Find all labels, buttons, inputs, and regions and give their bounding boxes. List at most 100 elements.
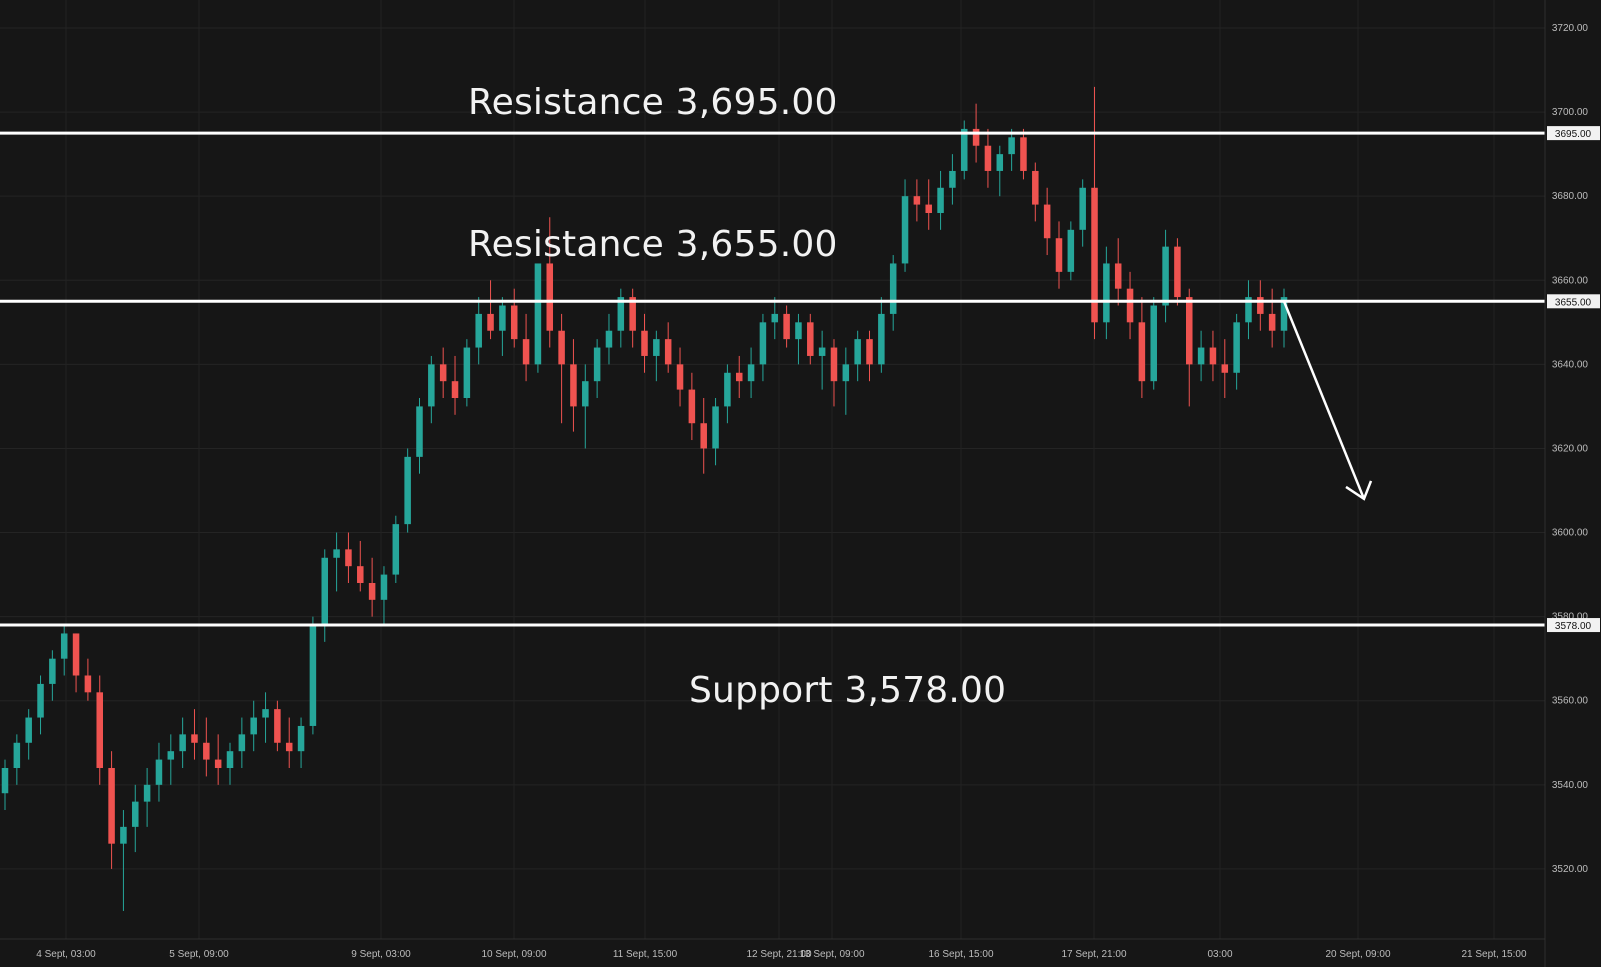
time-tick-label: 11 Sept, 15:00: [613, 949, 678, 960]
price-tick-label: 3700.00: [1552, 107, 1589, 118]
price-tick-label: 3720.00: [1552, 23, 1589, 34]
time-tick-label: 03:00: [1207, 949, 1232, 960]
candle-body: [676, 364, 684, 390]
candle-body: [262, 709, 269, 718]
candle-body: [960, 128, 968, 171]
candle-body: [1162, 246, 1169, 306]
candle-body: [96, 692, 103, 768]
candle-body: [179, 734, 186, 752]
candle-body: [309, 625, 317, 726]
candle-body: [392, 524, 400, 575]
candle-body: [416, 406, 423, 457]
candle-body: [428, 364, 435, 407]
candle-body: [1186, 297, 1193, 365]
candle-body: [120, 826, 127, 844]
candle-body: [13, 742, 21, 768]
candle-body: [889, 263, 897, 314]
candle-body: [570, 364, 577, 407]
candle-body: [274, 709, 281, 743]
candle-body: [807, 322, 814, 356]
candle-body: [214, 759, 222, 768]
level-price-label: 3655.00: [1555, 297, 1592, 308]
candle-body: [1257, 297, 1264, 314]
candle: [1150, 297, 1157, 390]
candle-body: [984, 145, 992, 171]
candle: [960, 120, 968, 180]
candle-body: [582, 381, 589, 407]
candle-body: [1233, 322, 1240, 373]
candle-body: [84, 675, 92, 693]
level-price-label: 3578.00: [1555, 621, 1592, 632]
candle-body: [357, 566, 364, 583]
support-3578-annotation: Support 3,578.00: [689, 670, 1007, 711]
candle-body: [404, 456, 411, 525]
candle-body: [203, 742, 210, 760]
candle-body: [1032, 170, 1039, 205]
candle-body: [878, 313, 885, 365]
candle-body: [167, 751, 175, 760]
candle-body: [297, 725, 305, 752]
candle-body: [333, 549, 340, 558]
candle-body: [463, 347, 471, 398]
candle-body: [1, 768, 9, 794]
candle-body: [1138, 322, 1146, 382]
candle-body: [345, 549, 352, 567]
candle-body: [72, 633, 80, 676]
candle-body: [641, 330, 648, 356]
candle-body: [688, 389, 696, 424]
candle-body: [534, 263, 542, 365]
candle-body: [759, 322, 767, 365]
candle-body: [996, 154, 1004, 171]
price-tick-label: 3620.00: [1552, 443, 1589, 454]
price-tick-label: 3660.00: [1552, 275, 1589, 286]
candle-body: [510, 305, 518, 340]
price-tick-label: 3680.00: [1552, 191, 1589, 202]
time-tick-label: 17 Sept, 21:00: [1061, 949, 1126, 960]
candle-body: [191, 734, 198, 743]
candle-body: [439, 364, 447, 382]
price-tick-label: 3520.00: [1552, 864, 1589, 875]
candlestick-chart: 3720.00 3700.00 3680.00 3660.00 3640.00 3620.…: [0, 0, 1601, 967]
candle-body: [226, 751, 234, 768]
candle-body: [866, 339, 873, 365]
time-tick-label: 21 Sept, 15:00: [1461, 949, 1526, 960]
candle-body: [1114, 263, 1122, 289]
candle-body: [949, 170, 956, 188]
candle-body: [546, 263, 554, 331]
candle-body: [972, 128, 980, 146]
candle-body: [1150, 305, 1157, 382]
candle-body: [37, 683, 44, 718]
candle-body: [842, 364, 850, 382]
time-tick-label: 5 Sept, 09:00: [169, 949, 229, 960]
candle-body: [854, 339, 861, 365]
price-tick-label: 3540.00: [1552, 780, 1589, 791]
candle-body: [1268, 313, 1276, 331]
candle-body: [49, 658, 56, 684]
candle-body: [1126, 288, 1134, 323]
candle-body: [132, 801, 139, 827]
candle-body: [155, 759, 163, 785]
price-tick-label: 3600.00: [1552, 528, 1589, 539]
candle-body: [1197, 347, 1205, 365]
candle-body: [238, 734, 246, 752]
candle: [1067, 221, 1075, 281]
candle: [309, 616, 317, 735]
candle: [534, 263, 542, 373]
candle-body: [380, 574, 388, 600]
candle-body: [25, 717, 32, 743]
candle-body: [735, 372, 743, 382]
price-tick-label: 3560.00: [1552, 696, 1589, 707]
candle-body: [818, 347, 826, 356]
candle: [463, 339, 471, 407]
candle-body: [925, 204, 932, 213]
candle-body: [1209, 347, 1217, 365]
time-tick-label: 10 Sept, 09:00: [481, 949, 546, 960]
candle-body: [250, 717, 257, 735]
candle-body: [321, 557, 329, 626]
candle-body: [901, 196, 909, 264]
candle-body: [1221, 364, 1229, 373]
time-tick-label: 20 Sept, 09:00: [1325, 949, 1390, 960]
candle: [404, 448, 411, 533]
candle-body: [712, 406, 719, 449]
candle-body: [1020, 137, 1027, 171]
